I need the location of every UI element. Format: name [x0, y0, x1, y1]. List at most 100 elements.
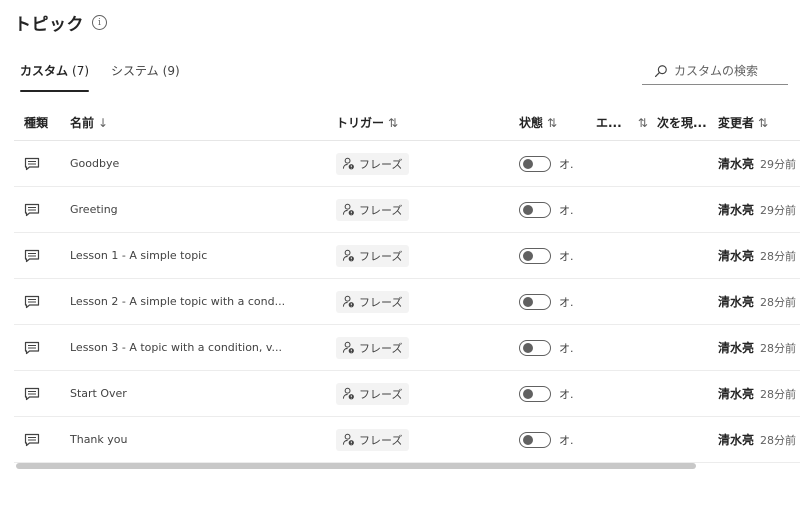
- modified-by-name: 清水亮: [718, 295, 755, 309]
- column-header-status[interactable]: 状態 ⇅: [519, 114, 557, 131]
- info-icon[interactable]: i: [92, 15, 107, 30]
- column-header-error[interactable]: エ... ⇅: [596, 114, 648, 131]
- trigger-label: フレーズ: [359, 295, 403, 309]
- page-header: トピック i: [14, 10, 107, 35]
- topic-name-link[interactable]: Lesson 1 - A simple topic: [70, 249, 207, 262]
- tab-custom-label: カスタム: [20, 64, 69, 78]
- trigger-label: フレーズ: [359, 341, 403, 355]
- search-input[interactable]: [674, 64, 784, 78]
- sort-icon: ⇅: [547, 115, 558, 130]
- trigger-chip: フレーズ: [336, 244, 410, 267]
- modified-time: 29分前: [760, 157, 797, 171]
- column-name-label: 名前: [70, 116, 95, 130]
- phrase-trigger-icon: [342, 295, 354, 308]
- table-row[interactable]: Lesson 3 - A topic with a condition, v..…: [14, 325, 800, 371]
- table-row[interactable]: Goodbye フレーズ オ. 清水亮 29分前: [14, 141, 800, 187]
- scrollbar-thumb[interactable]: [16, 463, 696, 469]
- trigger-chip: フレーズ: [336, 152, 410, 175]
- message-icon: [24, 295, 40, 308]
- status-label: オ.: [559, 157, 574, 171]
- table-row[interactable]: Thank you フレーズ オ. 清水亮 28分前: [14, 417, 800, 463]
- status-label: オ.: [559, 387, 574, 401]
- status-toggle[interactable]: [519, 201, 551, 218]
- tab-custom[interactable]: カスタム (7): [20, 62, 90, 92]
- tab-bar: カスタム (7) システム (9): [20, 62, 180, 92]
- trigger-chip: フレーズ: [336, 290, 410, 313]
- trigger-label: フレーズ: [359, 433, 403, 447]
- message-icon: [24, 249, 40, 262]
- modified-by-name: 清水亮: [718, 157, 755, 171]
- column-header-name[interactable]: 名前 ↓: [70, 114, 108, 131]
- status-toggle[interactable]: [519, 431, 551, 448]
- modified-time: 29分前: [760, 203, 797, 217]
- column-trigger-label: トリガー: [336, 116, 385, 130]
- modified-by-name: 清水亮: [718, 433, 755, 447]
- tab-system-label: システム: [111, 64, 159, 78]
- phrase-trigger-icon: [342, 157, 354, 170]
- sort-icon: ⇅: [388, 115, 399, 130]
- table-header: 種類 名前 ↓ トリガー ⇅ 状態 ⇅ エ... ⇅ 次を現... 変更者 ⇅: [14, 106, 800, 141]
- column-header-modified-by[interactable]: 変更者 ⇅: [718, 114, 768, 131]
- message-icon: [24, 433, 40, 446]
- status-label: オ.: [559, 433, 574, 447]
- topic-name-link[interactable]: Start Over: [70, 387, 127, 400]
- topics-table: 種類 名前 ↓ トリガー ⇅ 状態 ⇅ エ... ⇅ 次を現... 変更者 ⇅ …: [14, 106, 800, 463]
- trigger-label: フレーズ: [359, 387, 403, 401]
- column-status-label: 状態: [519, 116, 544, 130]
- trigger-chip: フレーズ: [336, 382, 410, 405]
- sort-descending-icon: ↓: [98, 115, 109, 130]
- topic-name-link[interactable]: Thank you: [70, 433, 127, 446]
- tab-system-count: (9): [162, 64, 180, 78]
- trigger-label: フレーズ: [359, 203, 403, 217]
- trigger-label: フレーズ: [359, 157, 403, 171]
- topic-name-link[interactable]: Greeting: [70, 203, 118, 216]
- modified-time: 28分前: [760, 341, 797, 355]
- status-label: オ.: [559, 295, 574, 309]
- modified-time: 28分前: [760, 433, 797, 447]
- status-toggle[interactable]: [519, 339, 551, 356]
- status-label: オ.: [559, 249, 574, 263]
- trigger-chip: フレーズ: [336, 428, 410, 451]
- modified-by-name: 清水亮: [718, 249, 755, 263]
- topic-name-link[interactable]: Lesson 3 - A topic with a condition, v..…: [70, 341, 282, 354]
- search-icon: [654, 65, 667, 78]
- modified-by-name: 清水亮: [718, 203, 755, 217]
- tab-custom-count: (7): [72, 64, 90, 78]
- column-next-label: 次を現...: [657, 116, 707, 130]
- column-header-type[interactable]: 種類: [24, 114, 48, 131]
- status-label: オ.: [559, 341, 574, 355]
- phrase-trigger-icon: [342, 249, 354, 262]
- message-icon: [24, 203, 40, 216]
- table-row[interactable]: Start Over フレーズ オ. 清水亮 28分前: [14, 371, 800, 417]
- message-icon: [24, 341, 40, 354]
- sort-icon: ⇅: [637, 115, 648, 130]
- trigger-label: フレーズ: [359, 249, 403, 263]
- tab-system[interactable]: システム (9): [111, 62, 180, 87]
- status-toggle[interactable]: [519, 155, 551, 172]
- column-modified-by-label: 変更者: [718, 116, 755, 130]
- status-toggle[interactable]: [519, 385, 551, 402]
- status-toggle[interactable]: [519, 247, 551, 264]
- table-row[interactable]: Lesson 1 - A simple topic フレーズ オ. 清水亮 28…: [14, 233, 800, 279]
- status-toggle[interactable]: [519, 293, 551, 310]
- trigger-chip: フレーズ: [336, 198, 410, 221]
- search-box[interactable]: [642, 58, 788, 85]
- modified-time: 28分前: [760, 249, 797, 263]
- message-icon: [24, 157, 40, 170]
- column-header-next[interactable]: 次を現...: [657, 114, 707, 131]
- phrase-trigger-icon: [342, 341, 354, 354]
- table-row[interactable]: Lesson 2 - A simple topic with a cond...…: [14, 279, 800, 325]
- phrase-trigger-icon: [342, 203, 354, 216]
- topic-name-link[interactable]: Goodbye: [70, 157, 119, 170]
- table-row[interactable]: Greeting フレーズ オ. 清水亮 29分前: [14, 187, 800, 233]
- message-icon: [24, 387, 40, 400]
- phrase-trigger-icon: [342, 433, 354, 446]
- topic-name-link[interactable]: Lesson 2 - A simple topic with a cond...: [70, 295, 285, 308]
- status-label: オ.: [559, 203, 574, 217]
- column-type-label: 種類: [24, 116, 49, 130]
- horizontal-scrollbar[interactable]: [14, 461, 790, 471]
- sort-icon: ⇅: [758, 115, 769, 130]
- modified-time: 28分前: [760, 295, 797, 309]
- column-header-trigger[interactable]: トリガー ⇅: [336, 114, 398, 131]
- topics-page: トピック i カスタム(7) システム(9) 種類 名前 ↓ トリガー: [0, 0, 800, 512]
